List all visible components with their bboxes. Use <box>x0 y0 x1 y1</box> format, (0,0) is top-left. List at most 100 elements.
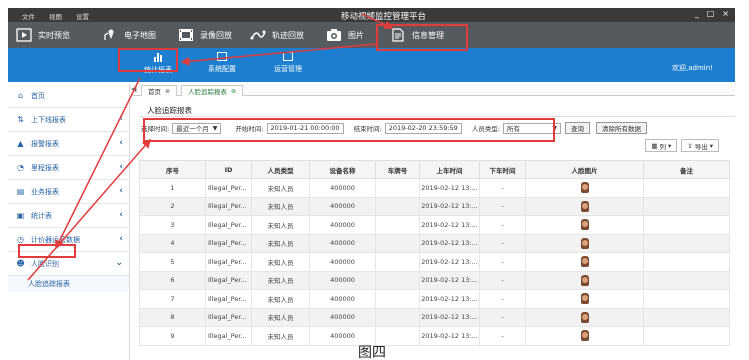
face-thumbnail[interactable] <box>580 219 589 231</box>
table-row[interactable]: 6 Illegal_Per... 未知人员 400000 2019-02-12 13:.… <box>139 270 730 290</box>
table-cell-device: 400000 <box>309 252 376 272</box>
sidebar: ⌂ 首页 ⇅ 上下线报表 ‹ ▲ 报警报表 ‹ ◔ 里程报表 ‹ ▤ 业务报表 … <box>8 84 130 360</box>
figure-caption: 图四 <box>358 345 386 360</box>
table-cell-device: 400000 <box>309 289 376 309</box>
menu-file[interactable]: 文件 <box>22 11 35 21</box>
export-button[interactable]: ⇪ 导出 ▾ <box>681 139 719 152</box>
table-row[interactable]: 3 Illegal_Per... 未知人员 400000 2019-02-12 13:.… <box>139 215 730 235</box>
table-row[interactable]: 8 Illegal_Per... 未知人员 400000 2019-02-12 13:.… <box>139 307 730 327</box>
table-row[interactable]: 4 Illegal_Per... 未知人员 400000 2019-02-12 13:.… <box>139 233 730 253</box>
column-header[interactable]: 人脸图片 <box>525 160 644 179</box>
face-thumbnail[interactable] <box>580 274 589 286</box>
sidebar-subitem-face-tracking[interactable]: 人脸追踪报表 <box>8 276 129 292</box>
sidebar-item-home[interactable]: ⌂ 首页 <box>8 84 129 108</box>
warning-icon: ▲ <box>17 139 24 148</box>
menu-view[interactable]: 视图 <box>49 11 62 21</box>
table-cell-no: 2 <box>139 196 206 216</box>
face-thumbnail[interactable] <box>580 182 589 194</box>
table-cell-note <box>643 307 730 327</box>
sidebar-item-online-report[interactable]: ⇅ 上下线报表 ‹ <box>8 108 129 132</box>
tab-face-tracking[interactable]: 人脸追踪报表 ⊗ <box>181 85 244 96</box>
sidebar-item-alarm-report[interactable]: ▲ 报警报表 ‹ <box>8 132 129 156</box>
table-row[interactable]: 1 Illegal_Per... 未知人员 400000 2019-02-12 13:.… <box>139 178 730 198</box>
nav-track-playback[interactable]: 轨迹回放 <box>250 26 304 44</box>
columns-button[interactable]: ▦ 列 ▾ <box>645 139 678 152</box>
tab-operations[interactable]: 运营管理 <box>258 52 318 80</box>
column-header[interactable]: ID <box>205 160 252 179</box>
play-icon <box>16 28 32 42</box>
face-image-cell <box>525 178 644 198</box>
table-cell-type: 未知人员 <box>251 196 310 216</box>
table-cell-off: - <box>479 178 526 198</box>
chevron-down-icon: ⌄ <box>115 258 123 268</box>
face-thumbnail[interactable] <box>580 237 589 249</box>
face-thumbnail[interactable] <box>580 330 589 342</box>
window-controls: _ □ × <box>695 9 729 18</box>
table-cell-id: Illegal_Per... <box>205 196 252 216</box>
table-cell-no: 7 <box>139 289 206 309</box>
column-header[interactable]: 设备名称 <box>309 160 376 179</box>
nav-e-map[interactable]: 电子地图 <box>102 26 156 44</box>
table-cell-on: 2019-02-12 13:... <box>419 215 480 235</box>
sidebar-item-label: 上下线报表 <box>31 115 66 124</box>
column-header[interactable]: 上车时间 <box>419 160 480 179</box>
welcome-text: 欢迎,admin! <box>672 64 713 72</box>
table-cell-plate <box>375 270 420 290</box>
table-row[interactable]: 5 Illegal_Per... 未知人员 400000 2019-02-12 13:.… <box>139 252 730 272</box>
table-row[interactable]: 9 Illegal_Per... 未知人员 400000 2019-02-12 13:.… <box>139 326 730 346</box>
table-cell-note <box>643 289 730 309</box>
column-header[interactable]: 车牌号 <box>375 160 420 179</box>
minimize-button[interactable]: _ <box>695 9 699 18</box>
table-cell-id: Illegal_Per... <box>205 289 252 309</box>
clear-all-button[interactable]: 清除所有数据 <box>596 122 648 134</box>
table-cell-device: 400000 <box>309 307 376 327</box>
face-thumbnail[interactable] <box>580 256 589 268</box>
table-row[interactable]: 7 Illegal_Per... 未知人员 400000 2019-02-12 13:.… <box>139 289 730 309</box>
tab-system-config[interactable]: 系统配置 <box>192 52 252 80</box>
nav-live-preview[interactable]: 实时预览 <box>16 26 70 44</box>
highlight-box <box>118 48 178 72</box>
table-cell-note <box>643 252 730 272</box>
table-cell-note <box>643 270 730 290</box>
column-header[interactable]: 序号 <box>139 160 206 179</box>
table-cell-on: 2019-02-12 13:... <box>419 307 480 327</box>
close-button[interactable]: × <box>722 9 729 18</box>
title-bar: 文件 视图 设置 移动视频监控管理平台 _ □ × <box>8 8 735 22</box>
chevron-left-icon: ‹ <box>119 210 123 220</box>
table-cell-no: 3 <box>139 215 206 235</box>
table-cell-type: 未知人员 <box>251 252 310 272</box>
close-icon[interactable]: ⊗ <box>231 88 236 95</box>
table-cell-no: 9 <box>139 326 206 346</box>
nav-video-playback[interactable]: 录像回放 <box>178 26 232 44</box>
table-cell-type: 未知人员 <box>251 178 310 198</box>
sidebar-item-mileage-report[interactable]: ◔ 里程报表 ‹ <box>8 156 129 180</box>
chevron-left-icon: ‹ <box>119 234 123 244</box>
table-cell-off: - <box>479 215 526 235</box>
chevron-left-icon: ‹ <box>119 162 123 172</box>
sidebar-item-statistics[interactable]: ▣ 统计表 ‹ <box>8 204 129 228</box>
table-cell-id: Illegal_Per... <box>205 270 252 290</box>
menu-settings[interactable]: 设置 <box>76 11 89 21</box>
table-row[interactable]: 2 Illegal_Per... 未知人员 400000 2019-02-12 13:.… <box>139 196 730 216</box>
page-title: 人脸追踪报表 <box>147 106 192 115</box>
home-icon: ⌂ <box>17 91 24 100</box>
table-cell-device: 400000 <box>309 178 376 198</box>
table-cell-id: Illegal_Per... <box>205 326 252 346</box>
column-header[interactable]: 人员类型 <box>251 160 310 179</box>
nav-pictures[interactable]: 图片 <box>326 26 364 44</box>
column-header[interactable]: 备注 <box>643 160 730 179</box>
close-icon[interactable]: ⊗ <box>165 88 170 95</box>
sidebar-item-label: 计价器运营数据 <box>31 235 80 244</box>
maximize-button[interactable]: □ <box>707 9 715 18</box>
query-button[interactable]: 查询 <box>565 122 591 134</box>
tab-home[interactable]: 首页 ⊗ <box>141 85 178 96</box>
face-thumbnail[interactable] <box>580 200 589 212</box>
face-thumbnail[interactable] <box>580 311 589 323</box>
main-nav: 实时预览 电子地图 录像回放 轨迹回放 图片 信息管理 <box>8 22 735 48</box>
column-header[interactable]: 下车时间 <box>479 160 526 179</box>
table-cell-no: 5 <box>139 252 206 272</box>
nav-label: 轨迹回放 <box>272 30 304 40</box>
sidebar-item-business-report[interactable]: ▤ 业务报表 ‹ <box>8 180 129 204</box>
tab-scroll-left-icon[interactable]: ◀ <box>131 85 136 93</box>
face-thumbnail[interactable] <box>580 293 589 305</box>
